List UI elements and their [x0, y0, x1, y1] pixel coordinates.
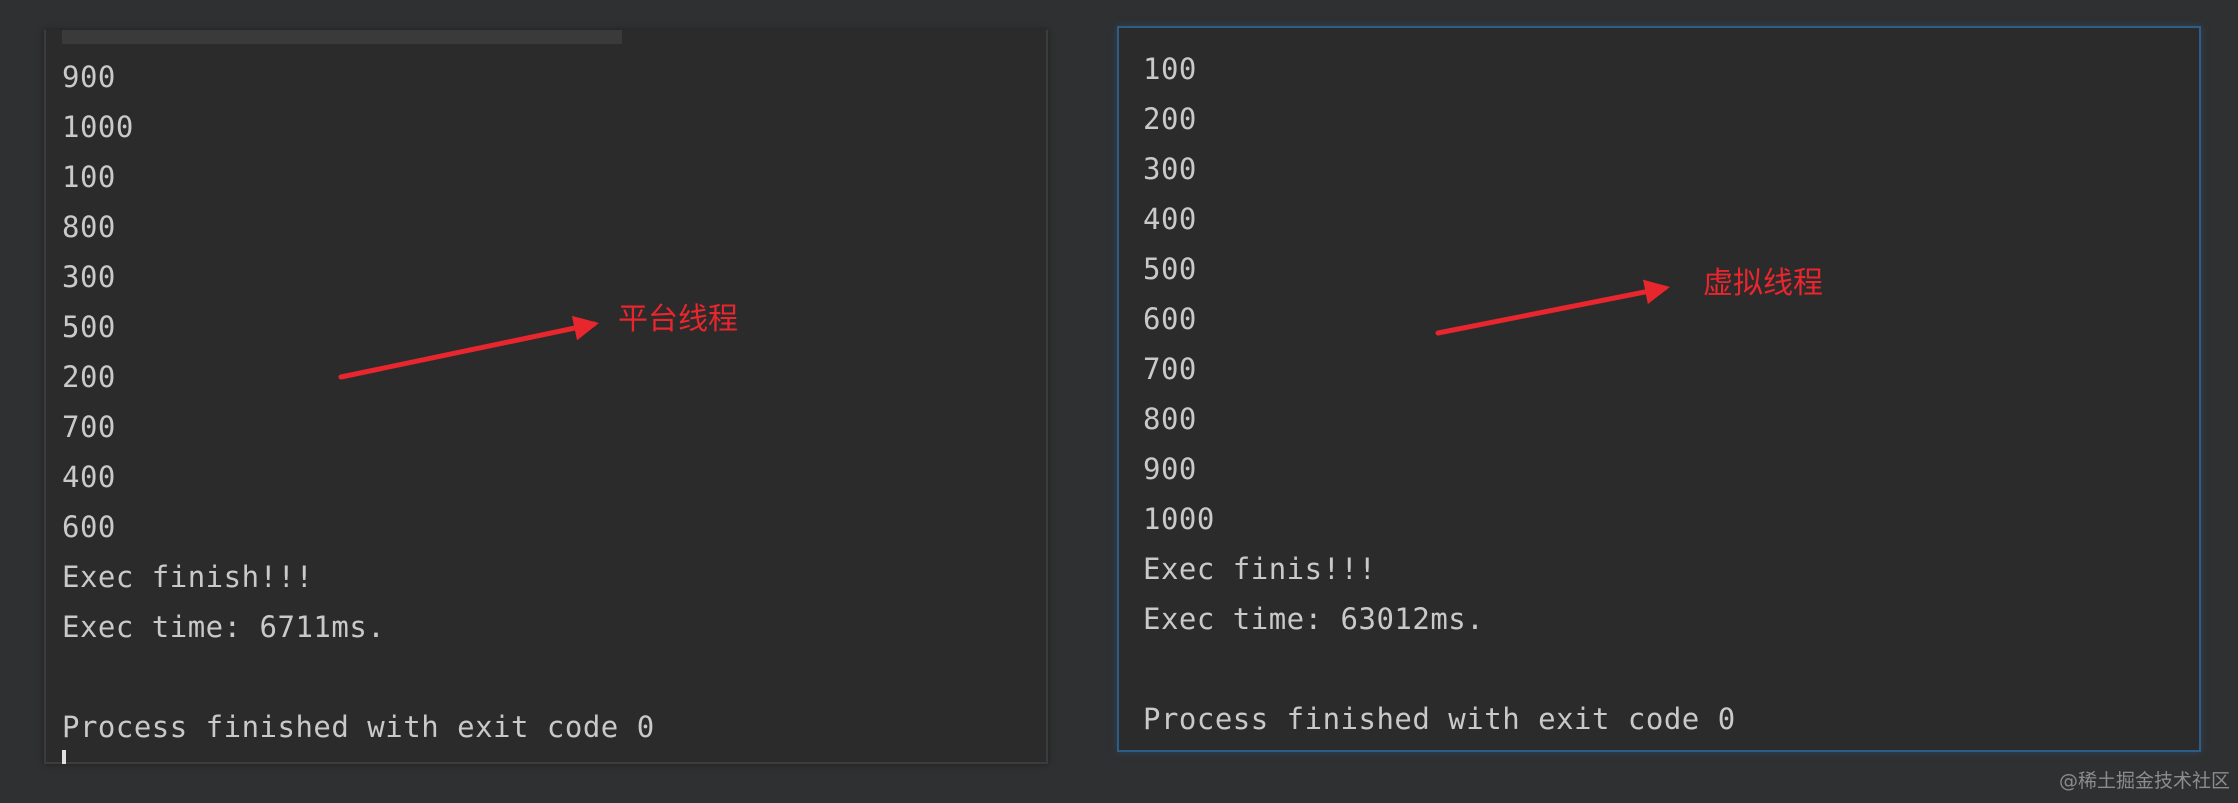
- console-line: 700: [62, 410, 116, 444]
- console-line-exec-finish: Exec finis!!!: [1143, 552, 1377, 586]
- console-line: 900: [1143, 452, 1197, 486]
- console-lines-left: 900 1000 100 800 300 500 200 700 400 600…: [62, 52, 655, 752]
- console-output-left: 900 1000 100 800 300 500 200 700 400 600…: [44, 30, 1048, 764]
- console-lines-right: 100 200 300 400 500 600 700 800 900 1000…: [1143, 44, 1736, 744]
- console-output-right[interactable]: 100 200 300 400 500 600 700 800 900 1000…: [1117, 26, 2201, 752]
- console-line: 500: [62, 310, 116, 344]
- console-line: 200: [62, 360, 116, 394]
- console-line: 100: [62, 160, 116, 194]
- console-line: 800: [62, 210, 116, 244]
- console-line: 1000: [1143, 502, 1215, 536]
- text-caret: [62, 750, 66, 764]
- console-line: 1000: [62, 110, 134, 144]
- annotation-label-virtual-thread: 虚拟线程: [1703, 266, 1823, 301]
- console-line-exec-finish: Exec finish!!!: [62, 560, 314, 594]
- console-line: 200: [1143, 102, 1197, 136]
- console-line: 500: [1143, 252, 1197, 286]
- console-line: 600: [1143, 302, 1197, 336]
- console-line: 900: [62, 60, 116, 94]
- console-line: 700: [1143, 352, 1197, 386]
- console-line: 300: [1143, 152, 1197, 186]
- clipped-header-line: [62, 30, 622, 44]
- console-line-process-finished: Process finished with exit code 0: [62, 710, 655, 744]
- console-line-blank: [62, 652, 655, 702]
- console-line: 400: [1143, 202, 1197, 236]
- console-line: 400: [62, 460, 116, 494]
- console-line-exec-time: Exec time: 63012ms.: [1143, 602, 1485, 636]
- console-line-blank: [1143, 644, 1736, 694]
- console-line: 800: [1143, 402, 1197, 436]
- console-line: 300: [62, 260, 116, 294]
- console-line: 600: [62, 510, 116, 544]
- console-line-process-finished: Process finished with exit code 0: [1143, 702, 1736, 736]
- console-line: 100: [1143, 52, 1197, 86]
- annotation-label-platform-thread: 平台线程: [618, 302, 738, 337]
- watermark: @稀土掘金技术社区: [2058, 770, 2230, 792]
- console-line-exec-time: Exec time: 6711ms.: [62, 610, 386, 644]
